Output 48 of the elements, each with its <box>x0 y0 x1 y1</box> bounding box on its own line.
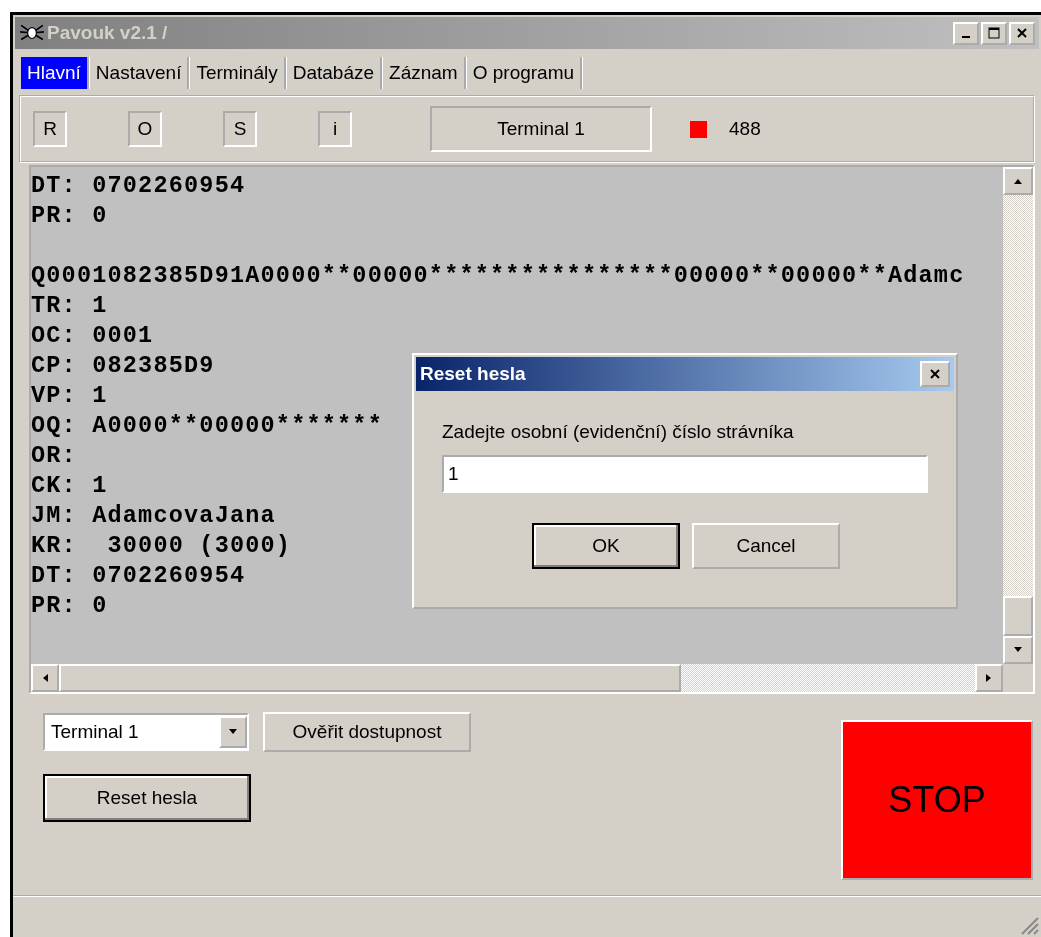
log-line: KR: 30000 (3000) <box>31 531 292 561</box>
terminal-button[interactable]: Terminal 1 <box>430 106 652 152</box>
check-availability-button[interactable]: Ověřit dostupnost <box>263 712 471 752</box>
maximize-icon <box>988 27 1000 39</box>
log-line: OR: <box>31 441 77 471</box>
log-line: PR: 0 <box>31 591 108 621</box>
log-line: OQ: A0000**00000******* <box>31 411 383 441</box>
log-line: CP: 082385D9 <box>31 351 215 381</box>
log-line: DT: 0702260954 <box>31 171 246 201</box>
left-arrow-icon <box>42 673 48 683</box>
minimize-button[interactable] <box>953 21 979 45</box>
dialog-title: Reset hesla <box>420 363 526 385</box>
window-title: Pavouk v2.1 / <box>47 22 169 44</box>
tab[interactable]: Hlavní <box>21 57 90 89</box>
scrollbar-thumb[interactable] <box>1003 596 1033 636</box>
down-arrow-icon <box>1013 647 1023 653</box>
log-line: PR: 0 <box>31 201 108 231</box>
log-line: Q0001082385D91A0000**00000****************00000**00000**Adamc <box>31 261 965 291</box>
reset-password-button[interactable]: Reset hesla <box>43 774 251 822</box>
tool-button[interactable]: S <box>223 111 257 147</box>
right-arrow-icon <box>986 673 992 683</box>
counter-text: 488 <box>729 118 761 140</box>
maximize-button[interactable] <box>981 21 1007 45</box>
log-line: TR: 1 <box>31 291 108 321</box>
cancel-button[interactable]: Cancel <box>692 523 840 569</box>
dropdown-arrow-icon <box>228 729 238 735</box>
terminal-select[interactable]: Terminal 1 <box>43 713 249 751</box>
dialog-close-button[interactable] <box>920 361 950 387</box>
minimize-icon <box>962 36 970 38</box>
log-line: VP: 1 <box>31 381 108 411</box>
log-line: DT: 0702260954 <box>31 561 246 591</box>
log-line: CK: 1 <box>31 471 108 501</box>
close-icon <box>929 368 941 380</box>
prompt-text: Zadejte osobní (evidenční) číslo strávníka <box>442 421 795 443</box>
log-line: JM: AdamcovaJana <box>31 501 276 531</box>
number-input[interactable]: 1 <box>442 455 928 493</box>
up-arrow-icon <box>1013 178 1023 184</box>
log-line: OC: 0001 <box>31 321 154 351</box>
ok-button[interactable]: OK <box>532 523 680 569</box>
horizontal-scrollbar[interactable] <box>31 664 1033 692</box>
close-icon <box>1016 27 1028 39</box>
tool-button[interactable]: O <box>128 111 162 147</box>
tool-button[interactable]: R <box>33 111 67 147</box>
stop-button[interactable]: STOP <box>841 720 1033 880</box>
scrollbar-thumb[interactable] <box>59 664 681 692</box>
tool-button[interactable]: i <box>318 111 352 147</box>
vertical-scrollbar[interactable] <box>1003 167 1033 664</box>
close-button[interactable] <box>1009 21 1035 45</box>
